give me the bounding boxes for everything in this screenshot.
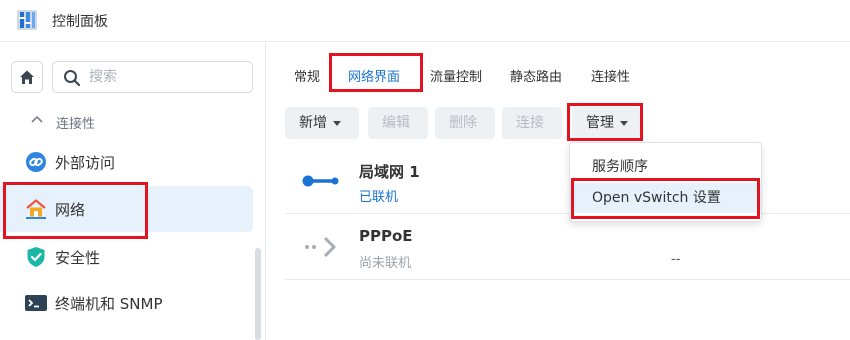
interface-name: 局域网 1 [359, 163, 420, 181]
external-access-icon [26, 152, 46, 172]
lan-connected-icon [302, 175, 339, 187]
interface-address: -- [671, 252, 681, 267]
create-button-label: 新增 [299, 115, 327, 131]
interface-status: 尚未联机 [359, 256, 412, 271]
window-title: 控制面板 [52, 14, 108, 30]
menu-item-service-order[interactable]: 服务顺序 [570, 152, 761, 182]
interface-row-lan1[interactable]: 局域网 1 已联机 [285, 148, 850, 214]
delete-button[interactable]: 删除 [435, 107, 495, 139]
home-button[interactable] [11, 61, 43, 93]
control-panel-icon [17, 10, 37, 30]
tab-network-interface[interactable]: 网络界面 [348, 66, 400, 85]
connect-button-label: 连接 [516, 115, 544, 131]
interface-name: PPPoE [359, 227, 413, 245]
manage-dropdown-menu: 服务顺序 Open vSwitch 设置 [569, 142, 762, 222]
search-icon [64, 70, 81, 87]
sidebar-item-external-access[interactable]: 外部访问 [0, 139, 253, 185]
manage-button[interactable]: 管理 [572, 107, 640, 139]
create-button[interactable]: 新增 [285, 107, 359, 139]
search-box[interactable] [52, 61, 253, 93]
home-icon [20, 70, 34, 84]
edit-button[interactable]: 编辑 [368, 107, 428, 139]
sidebar-item-security[interactable]: 安全性 [0, 234, 253, 280]
sidebar-scrollbar[interactable] [255, 248, 261, 340]
edit-button-label: 编辑 [382, 115, 410, 131]
network-house-icon [26, 199, 46, 219]
section-header-connectivity[interactable]: 连接性 [0, 107, 250, 137]
sidebar-item-terminal-snmp[interactable]: 终端机和 SNMP [0, 280, 253, 326]
manage-button-label: 管理 [586, 115, 614, 131]
chevron-up-icon [31, 115, 43, 123]
title-bar: 控制面板 [0, 0, 850, 42]
tab-bar: 常规 网络界面 流量控制 静态路由 连接性 [285, 43, 850, 99]
interface-row-pppoe[interactable]: PPPoE 尚未联机 -- [285, 214, 850, 280]
menu-item-label: Open vSwitch 设置 [592, 190, 721, 206]
search-input[interactable] [89, 66, 244, 88]
interface-status: 已联机 [359, 190, 399, 205]
sidebar-item-network[interactable]: 网络 [0, 186, 253, 232]
terminal-icon [25, 295, 47, 311]
tab-traffic-control[interactable]: 流量控制 [430, 66, 482, 85]
menu-item-open-vswitch-settings[interactable]: Open vSwitch 设置 [570, 183, 761, 213]
sidebar-item-label: 安全性 [55, 249, 101, 267]
section-label: 连接性 [56, 117, 96, 132]
sidebar-item-label: 网络 [55, 201, 86, 219]
sidebar-item-label: 终端机和 SNMP [55, 295, 163, 313]
tab-general[interactable]: 常规 [294, 66, 320, 85]
tab-connectivity[interactable]: 连接性 [591, 66, 630, 85]
delete-button-label: 删除 [449, 115, 477, 131]
menu-item-label: 服务顺序 [592, 159, 648, 175]
connect-button[interactable]: 连接 [502, 107, 562, 139]
sidebar-item-label: 外部访问 [55, 154, 116, 172]
caret-down-icon [620, 120, 628, 126]
toolbar: 新增 编辑 删除 连接 管理 [285, 107, 850, 139]
caret-down-icon [333, 120, 341, 126]
pppoe-disconnected-icon [305, 236, 336, 258]
sidebar: 连接性 外部访问 网络 安全性 终端机和 SNMP [0, 43, 266, 340]
security-shield-icon [27, 247, 45, 267]
tab-static-route[interactable]: 静态路由 [510, 66, 562, 85]
